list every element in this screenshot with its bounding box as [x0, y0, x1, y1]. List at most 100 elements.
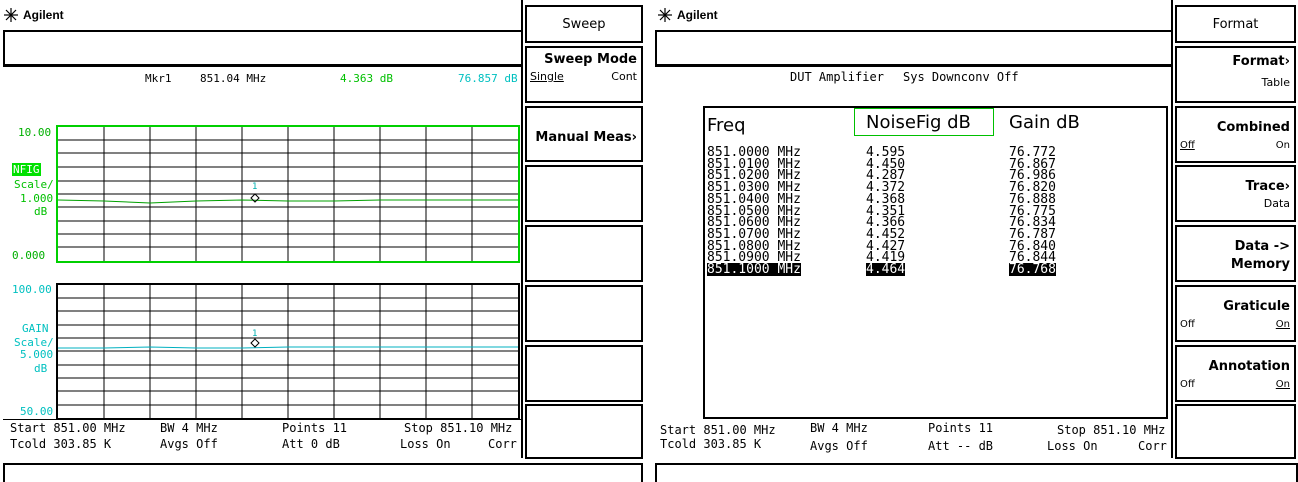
agilent-logo: Agilent	[4, 8, 64, 22]
divider	[655, 64, 1173, 67]
gain-top-value: 100.00	[12, 283, 52, 296]
gain-bottom-value: 50.00	[20, 405, 54, 418]
title-bar-box-right	[655, 30, 1173, 66]
left-tcold: Tcold 303.85 K	[10, 437, 112, 451]
marker-gain-value: 76.857 dB	[458, 72, 518, 85]
combined-on: On	[1275, 140, 1290, 151]
agilent-spark-icon	[4, 8, 18, 22]
right-corr: Corr	[1138, 439, 1167, 453]
brand-name: Agilent	[23, 8, 64, 22]
left-bandwidth: BW 4 MHz	[160, 421, 218, 435]
format-value: Table	[1261, 76, 1290, 89]
nfig-marker-number: 1	[252, 182, 257, 192]
divider	[521, 0, 523, 458]
gain-scale-value: 5.000	[20, 348, 54, 361]
softkey-blank-3[interactable]	[525, 165, 643, 222]
gain-label: GAIN	[22, 322, 49, 335]
sys-downconv: Sys Downconv Off	[903, 70, 1019, 84]
data-to-memory-label-2: Memory	[1230, 257, 1290, 272]
right-attenuation: Att -- dB	[928, 439, 994, 453]
combined-label: Combined	[1216, 120, 1290, 135]
annotation-label: Annotation	[1208, 359, 1290, 374]
left-attenuation: Att 0 dB	[282, 437, 340, 451]
trace-value: Data	[1263, 197, 1290, 210]
nfig-graticule: 1	[56, 125, 520, 263]
divider	[1171, 0, 1173, 458]
nfig-scale-label: Scale/	[14, 178, 54, 191]
right-tcold: Tcold 303.85 K	[660, 437, 762, 451]
right-avgs: Avgs Off	[810, 439, 868, 453]
divider	[3, 419, 523, 420]
softkey-blank-4[interactable]	[525, 225, 643, 282]
left-corr: Corr	[488, 437, 517, 451]
nfig-grid-lines: 1	[58, 127, 518, 261]
graticule-label: Graticule	[1223, 299, 1290, 314]
col-header-freq: Freq	[707, 115, 746, 136]
brand-name: Agilent	[677, 8, 718, 22]
nfig-top-value: 10.00	[18, 126, 52, 139]
data-to-memory-label-1: Data ->	[1234, 239, 1290, 254]
left-points: Points 11	[282, 421, 348, 435]
graticule-softkey[interactable]: Graticule Off On	[1175, 285, 1296, 342]
softkey-blank-6[interactable]	[525, 345, 643, 402]
gain-unit: dB	[34, 362, 48, 375]
annotation-off: Off	[1180, 379, 1195, 390]
format-label: Format›	[1232, 54, 1290, 69]
submenu-arrow-icon: ›	[1284, 179, 1290, 194]
marker-nf-value: 4.363 dB	[340, 72, 393, 85]
divider	[3, 64, 523, 67]
dut-label: DUT Amplifier	[790, 70, 884, 84]
gain-marker-diamond	[250, 338, 260, 348]
menu-title-sweep: Sweep	[525, 5, 643, 43]
col-header-gain: Gain dB	[1009, 112, 1080, 133]
sweep-mode-softkey[interactable]: Sweep Mode Single Cont	[525, 46, 643, 103]
softkey-blank-5[interactable]	[525, 285, 643, 342]
sweep-mode-label: Sweep Mode	[544, 52, 637, 67]
table-cell-freq: 851.1000 MHz	[707, 262, 801, 277]
gain-graticule: 1	[56, 283, 520, 420]
data-to-memory-softkey[interactable]: Data -> Memory	[1175, 225, 1296, 282]
manual-meas-label: Manual Meas›	[535, 130, 637, 145]
annotation-on: On	[1275, 379, 1290, 390]
graticule-on: On	[1275, 319, 1290, 330]
graticule-off: Off	[1180, 319, 1195, 330]
left-message-bar	[3, 463, 643, 482]
softkey-blank-7[interactable]	[525, 404, 643, 459]
marker-freq: 851.04 MHz	[200, 72, 267, 85]
gain-grid-lines: 1	[58, 285, 518, 418]
nfig-label: NFIG	[12, 163, 41, 176]
gain-marker-number: 1	[252, 329, 257, 339]
table-cell-noisefig: 4.464	[866, 262, 906, 277]
left-stop-freq: Stop 851.10 MHz	[404, 421, 513, 435]
submenu-arrow-icon: ›	[1284, 54, 1290, 69]
annotation-softkey[interactable]: Annotation Off On	[1175, 345, 1296, 402]
left-start-freq: Start 851.00 MHz	[10, 421, 126, 435]
title-bar-box	[3, 30, 523, 66]
trace-label: Trace›	[1245, 179, 1290, 194]
combined-off: Off	[1180, 140, 1195, 151]
right-start-freq: Start 851.00 MHz	[660, 423, 776, 437]
sweep-mode-single: Single	[530, 70, 564, 83]
right-message-bar	[655, 463, 1298, 482]
right-bandwidth: BW 4 MHz	[810, 421, 868, 435]
nfig-scale-value: 1.000	[20, 192, 54, 205]
menu-title-format: Format	[1175, 5, 1296, 43]
left-avgs: Avgs Off	[160, 437, 218, 451]
nfig-unit: dB	[34, 205, 48, 218]
combined-softkey[interactable]: Combined Off On	[1175, 106, 1296, 163]
sweep-mode-cont: Cont	[611, 70, 637, 83]
marker-label: Mkr1	[145, 72, 172, 85]
submenu-arrow-icon: ›	[631, 130, 637, 145]
agilent-spark-icon	[658, 8, 672, 22]
right-loss: Loss On	[1047, 439, 1098, 453]
nfig-bottom-value: 0.000	[12, 249, 46, 262]
manual-meas-softkey[interactable]: Manual Meas›	[525, 106, 643, 162]
left-loss: Loss On	[400, 437, 451, 451]
right-stop-freq: Stop 851.10 MHz	[1057, 423, 1166, 437]
right-points: Points 11	[928, 421, 994, 435]
agilent-logo-right: Agilent	[658, 8, 718, 22]
table-cell-gain: 76.768	[1009, 262, 1056, 277]
trace-softkey[interactable]: Trace› Data	[1175, 165, 1296, 222]
format-softkey[interactable]: Format› Table	[1175, 46, 1296, 103]
softkey-blank-right-7[interactable]	[1175, 404, 1296, 459]
